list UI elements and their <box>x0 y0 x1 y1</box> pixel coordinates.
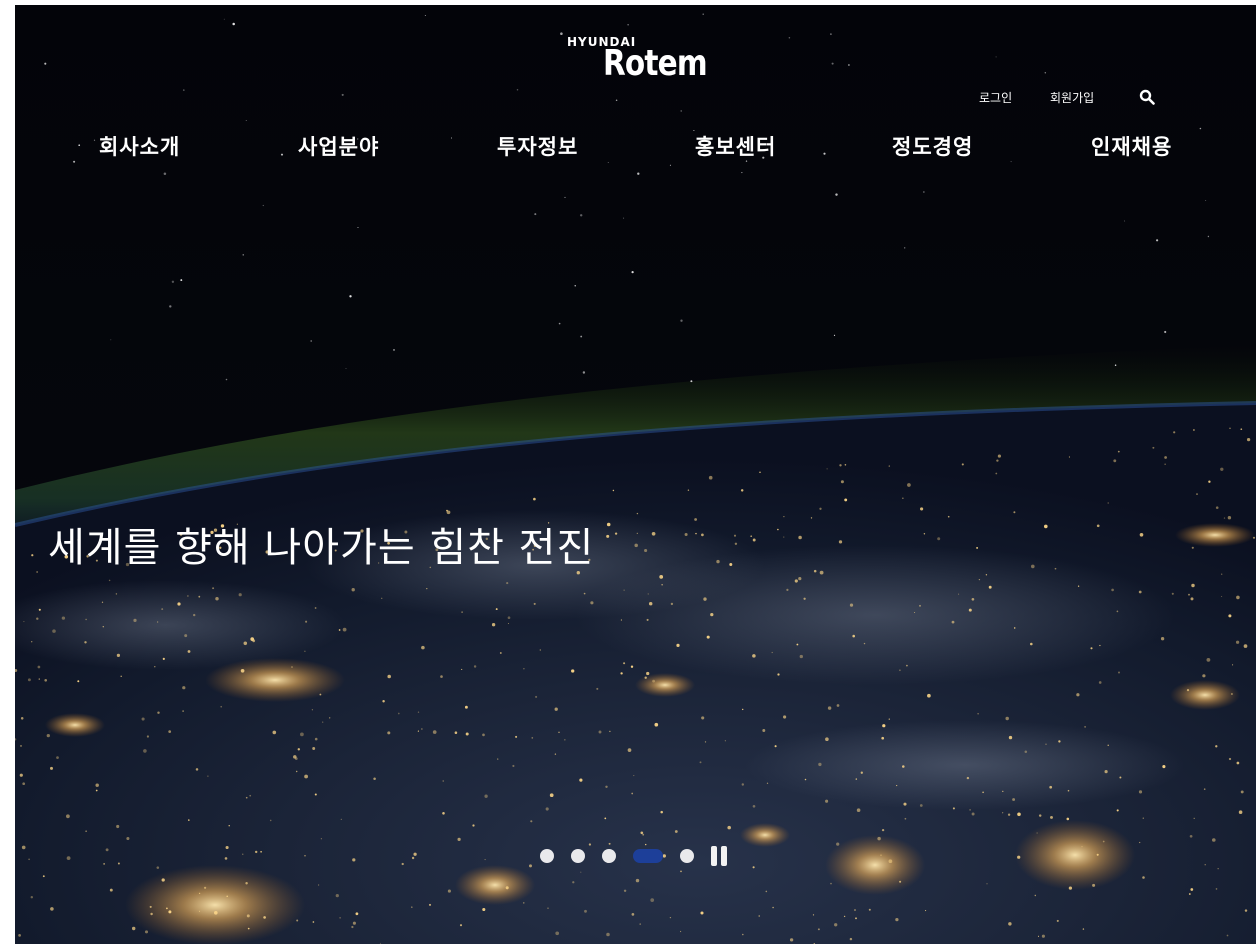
nav-pr-center[interactable]: 홍보센터 <box>695 131 776 161</box>
nav-investment[interactable]: 투자정보 <box>497 131 578 161</box>
slider-dot[interactable] <box>602 849 616 863</box>
nav-business[interactable]: 사업분야 <box>298 131 379 161</box>
slider-dot[interactable] <box>571 849 585 863</box>
hero-frame: HYUNDAI Rotem 로그인 회원가입 회사소개 사업분야 투자정보 홍보… <box>15 5 1256 944</box>
hero-headline: 세계를 향해 나아가는 힘찬 전진 <box>48 525 595 571</box>
nav-careers[interactable]: 인재채용 <box>1091 131 1172 161</box>
slider-dot[interactable] <box>680 849 694 863</box>
slider-dot[interactable] <box>540 849 554 863</box>
signup-link[interactable]: 회원가입 <box>1050 89 1094 106</box>
nav-ethics[interactable]: 정도경영 <box>892 131 973 161</box>
hyundai-rotem-logo[interactable]: HYUNDAI Rotem <box>565 35 735 95</box>
logo-brand-large: Rotem <box>603 43 708 84</box>
slider-pagination <box>540 846 727 866</box>
search-icon[interactable] <box>1139 89 1155 105</box>
earth-night-background <box>15 5 1256 944</box>
nav-company[interactable]: 회사소개 <box>99 131 180 161</box>
pause-icon[interactable] <box>711 846 727 866</box>
slider-dot-active[interactable] <box>633 849 663 863</box>
login-link[interactable]: 로그인 <box>979 89 1012 106</box>
